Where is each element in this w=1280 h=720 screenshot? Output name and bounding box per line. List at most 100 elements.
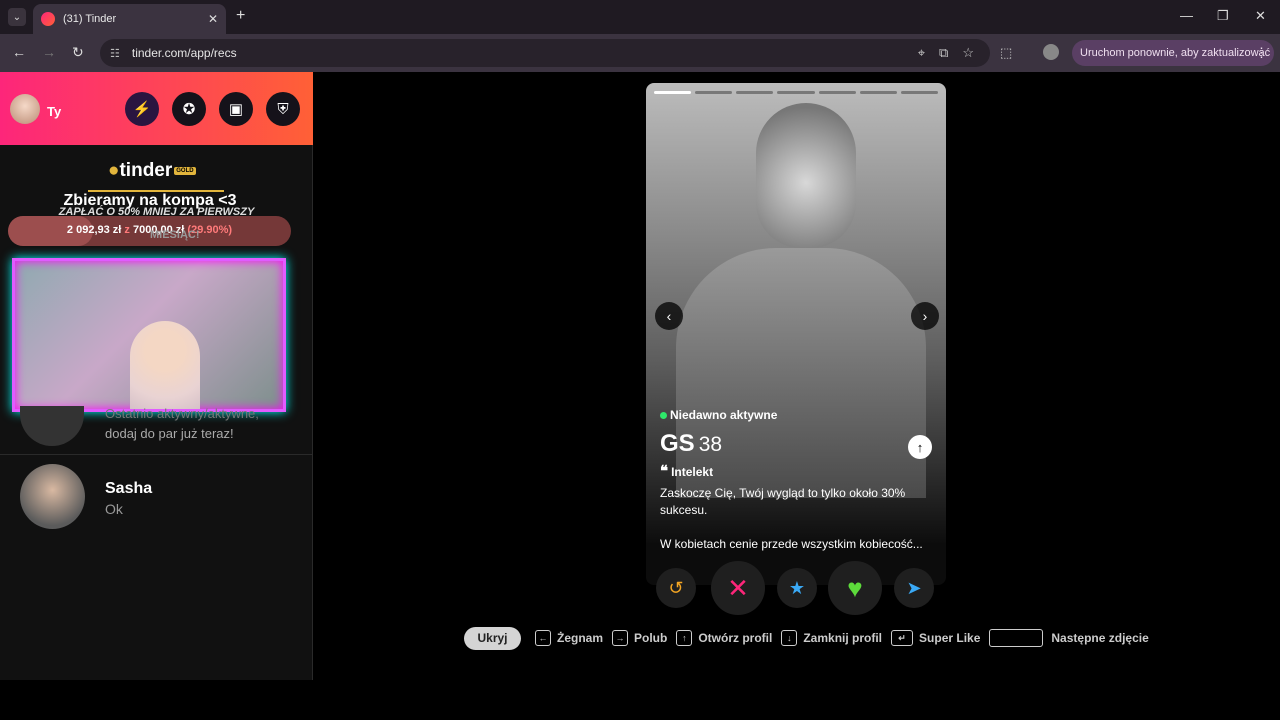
profile-photo-head bbox=[756, 103, 856, 248]
menu-dots-icon[interactable]: ⋮ bbox=[1255, 45, 1268, 61]
hide-shortcuts-button[interactable]: Ukryj bbox=[464, 626, 521, 650]
keyboard-shortcuts: Ukryj ← Żegnam → Polub ↑ Otwórz profil ↓ Zam… bbox=[464, 626, 1158, 650]
paper-plane-icon: ➤ bbox=[906, 577, 922, 598]
profile-avatar[interactable] bbox=[1043, 44, 1059, 60]
reload-button[interactable]: ↻ bbox=[72, 44, 84, 61]
goal-current: 2 092,93 zł bbox=[66, 224, 122, 236]
tab-search-button[interactable]: ⌄ bbox=[8, 8, 26, 26]
online-dot-icon bbox=[660, 412, 667, 419]
briefcase-icon: ▣ bbox=[228, 101, 244, 118]
minimize-button[interactable]: — bbox=[1180, 8, 1193, 23]
sidebar-header: Ty ⚡ ✪ ▣ ⛨ bbox=[0, 72, 313, 145]
list-item[interactable]: Ostatnio aktywny/aktywne, dodaj do par j… bbox=[0, 406, 313, 454]
quote-icon: ❝ bbox=[660, 463, 669, 480]
webcam-person bbox=[130, 321, 200, 409]
next-photo-button[interactable]: › bbox=[911, 302, 939, 330]
extensions-icon[interactable]: ⬚ bbox=[1000, 45, 1012, 61]
photo-indicator[interactable] bbox=[654, 91, 692, 94]
flame-icon: ● bbox=[108, 160, 120, 181]
install-app-icon[interactable]: ⧉ bbox=[939, 45, 948, 61]
prev-photo-button[interactable]: ‹ bbox=[655, 302, 683, 330]
match-message: Ok bbox=[105, 501, 123, 517]
shortcut-super-like: ↵ Super Like bbox=[891, 630, 980, 646]
nope-button[interactable]: ✕ bbox=[711, 561, 765, 615]
bookmark-star-icon[interactable]: ☆ bbox=[962, 45, 974, 61]
photo-indicator[interactable] bbox=[736, 91, 774, 94]
card-info: Niedawno aktywne GS 38 ❝ Intelekt Zaskoczę… bbox=[660, 408, 936, 553]
photo-indicator[interactable] bbox=[818, 91, 856, 94]
chevron-right-icon: › bbox=[922, 308, 928, 324]
sidebar: Ty ⚡ ✪ ▣ ⛨ ●tinder GOLD 2 092,93 zł z 700… bbox=[0, 72, 313, 680]
photo-progress bbox=[654, 91, 938, 94]
shortcut-like: → Polub bbox=[612, 630, 667, 646]
profile-card[interactable]: ‹ › ↑ Niedawno aktywne GS 38 ❝ Intelekt Za… bbox=[646, 83, 946, 585]
rewind-icon: ↺ bbox=[668, 577, 684, 598]
shortcut-label: Żegnam bbox=[557, 631, 604, 645]
avatar[interactable] bbox=[10, 94, 40, 124]
status-text: Niedawno aktywne bbox=[670, 408, 778, 422]
space-key-icon bbox=[989, 629, 1044, 647]
avatar bbox=[20, 406, 84, 446]
shortcut-label: Zamknij profil bbox=[803, 631, 883, 645]
arrow-up-key-icon: ↑ bbox=[676, 630, 693, 646]
send-button[interactable]: ➤ bbox=[894, 568, 934, 608]
star-icon: ★ bbox=[788, 577, 806, 598]
safety-button[interactable]: ⛨ bbox=[266, 92, 300, 126]
rewind-button[interactable]: ↺ bbox=[656, 568, 696, 608]
avatar bbox=[20, 464, 85, 529]
url-text: tinder.com/app/recs bbox=[131, 46, 237, 60]
photo-indicator[interactable] bbox=[777, 91, 815, 94]
list-item[interactable]: Sasha Ok bbox=[0, 464, 313, 532]
browser-tabbar: ⌄ (31) Tinder ✕ + — ❐ ✕ bbox=[0, 0, 1280, 34]
shortcut-close-profile: ↓ Zamknij profil bbox=[781, 630, 882, 646]
arrow-down-key-icon: ↓ bbox=[781, 630, 798, 646]
faded-line1: Ostatnio aktywny/aktywne, bbox=[105, 406, 259, 421]
tab-title: (31) Tinder bbox=[63, 13, 117, 25]
promo-text: ZAPŁAĆ O 50% MNIEJ ZA PIERWSZY bbox=[58, 206, 255, 218]
arrow-left-key-icon: ← bbox=[535, 630, 551, 646]
close-window-button[interactable]: ✕ bbox=[1255, 8, 1266, 24]
location-icon[interactable]: ⌖ bbox=[918, 45, 925, 61]
gold-badge: GOLD bbox=[174, 166, 196, 175]
gold-logo-text: tinder bbox=[119, 160, 173, 181]
bio-text: Zaskoczę Cię, Twój wygląd to tylko około… bbox=[660, 486, 906, 517]
name-line: GS 38 bbox=[660, 430, 936, 458]
like-button[interactable]: ♥ bbox=[828, 561, 882, 615]
shortcut-label: Polub bbox=[634, 631, 668, 645]
update-button[interactable]: Uruchom ponownie, aby zaktualizować ⋮ bbox=[1072, 40, 1274, 66]
match-name: Sasha bbox=[105, 480, 153, 497]
profile-age: 38 bbox=[698, 433, 723, 456]
super-like-button[interactable]: ★ bbox=[777, 568, 817, 608]
compass-icon: ✪ bbox=[182, 101, 196, 118]
shortcut-next-photo: Następne zdjęcie bbox=[989, 629, 1149, 647]
work-mode-button[interactable]: ▣ bbox=[219, 92, 253, 126]
promo-sub: MIESIĄC! bbox=[150, 229, 200, 241]
action-buttons: ↺ ✕ ★ ♥ ➤ bbox=[656, 561, 936, 615]
browser-tab[interactable]: (31) Tinder ✕ bbox=[33, 4, 226, 34]
bio-text-2: W kobietach cenie przede wszystkim kobie… bbox=[660, 537, 923, 551]
user-name[interactable]: Ty bbox=[47, 104, 61, 119]
shortcut-label: Następne zdjęcie bbox=[1051, 631, 1149, 645]
explore-button[interactable]: ✪ bbox=[172, 92, 206, 126]
back-button[interactable]: ← bbox=[12, 44, 26, 60]
tinder-gold-logo: ●tinder GOLD bbox=[108, 160, 196, 182]
profile-name: GS bbox=[660, 430, 695, 457]
forward-button[interactable]: → bbox=[42, 44, 56, 60]
quote-line: ❝ Intelekt bbox=[660, 462, 936, 480]
close-icon[interactable]: ✕ bbox=[208, 12, 218, 26]
heart-icon: ♥ bbox=[847, 572, 863, 603]
shortcut-label: Super Like bbox=[919, 631, 981, 645]
photo-indicator[interactable] bbox=[695, 91, 733, 94]
chevron-left-icon: ‹ bbox=[666, 308, 672, 324]
address-bar[interactable]: ☷ tinder.com/app/recs ⌖ ⧉ ☆ bbox=[100, 39, 990, 67]
enter-key-icon: ↵ bbox=[891, 630, 914, 646]
photo-indicator[interactable] bbox=[859, 91, 897, 94]
shortcut-label: Otwórz profil bbox=[698, 631, 773, 645]
new-tab-button[interactable]: + bbox=[236, 7, 245, 25]
restore-button[interactable]: ❐ bbox=[1217, 8, 1229, 24]
photo-indicator[interactable] bbox=[900, 91, 938, 94]
update-label: Uruchom ponownie, aby zaktualizować bbox=[1080, 47, 1271, 59]
site-info-icon[interactable]: ☷ bbox=[110, 47, 120, 60]
x-icon: ✕ bbox=[727, 572, 749, 603]
boost-button[interactable]: ⚡ bbox=[125, 92, 159, 126]
